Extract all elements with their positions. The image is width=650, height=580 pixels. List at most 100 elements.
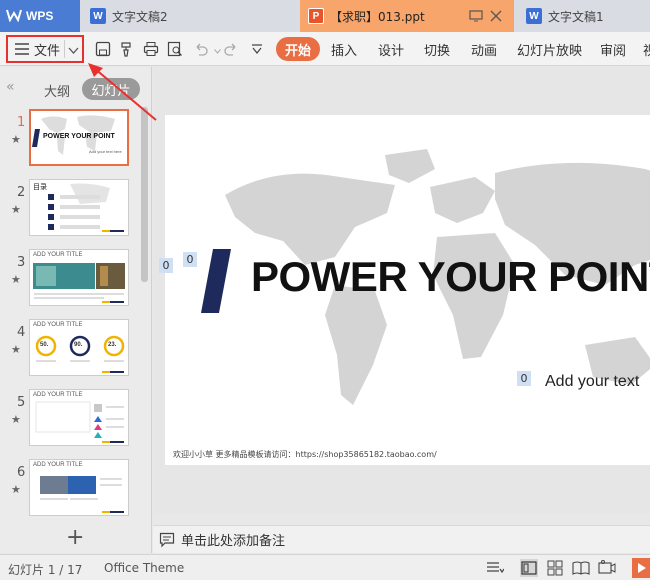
slide-thumbnail[interactable]: 目录 xyxy=(29,179,129,236)
customize-icon[interactable] xyxy=(248,40,266,58)
tab-view[interactable]: 视 xyxy=(643,40,650,59)
slide-thumbnail-row[interactable]: 1 ★ POWER YOUR POINT Add your text here xyxy=(0,109,140,169)
tab-animation[interactable]: 动画 xyxy=(471,40,497,59)
note-icon xyxy=(159,532,175,548)
collapse-panel-icon[interactable]: « xyxy=(6,79,15,95)
restore-window-icon[interactable] xyxy=(468,8,484,24)
slide-thumbnail-row[interactable]: 6 ★ ADD YOUR TITLE xyxy=(0,459,140,519)
slide-thumbnail[interactable]: ADD YOUR TITLE xyxy=(29,389,129,446)
animation-star-icon: ★ xyxy=(11,273,21,286)
slide-5-preview xyxy=(35,401,124,443)
thumbnail-title: 目录 xyxy=(33,184,47,191)
reading-view-icon[interactable] xyxy=(572,559,590,577)
normal-view-icon[interactable] xyxy=(520,559,538,577)
slide-thumbnail[interactable]: ADD YOUR TITLE xyxy=(29,459,129,516)
animation-star-icon: ★ xyxy=(11,343,21,356)
notes-placeholder: 单击此处添加备注 xyxy=(181,534,286,549)
chevron-down-icon[interactable] xyxy=(68,44,79,59)
tab-presentation-label: 【求职】013.ppt xyxy=(330,9,425,24)
wps-logo-icon xyxy=(6,8,22,25)
animation-star-icon: ★ xyxy=(11,483,21,496)
tab-document-2-label: 文字文稿2 xyxy=(112,9,168,24)
close-icon[interactable] xyxy=(488,8,504,24)
slide-number: 1 xyxy=(17,115,26,130)
thumbnail-title: ADD YOUR TITLE xyxy=(33,322,83,328)
play-icon[interactable] xyxy=(632,558,650,578)
notes-pane[interactable]: 单击此处添加备注 xyxy=(153,525,650,553)
tab-transitions[interactable]: 切换 xyxy=(424,40,450,59)
menu-icon xyxy=(15,43,29,55)
notes-toggle-icon[interactable] xyxy=(486,559,504,577)
tab-document-2[interactable]: W 文字文稿2 xyxy=(80,0,300,32)
tab-slideshow[interactable]: 幻灯片放映 xyxy=(517,40,582,59)
tab-document-1[interactable]: W 文字文稿1 xyxy=(514,0,650,32)
animation-star-icon: ★ xyxy=(11,203,21,216)
thumbnail-scrollbar[interactable] xyxy=(141,107,148,282)
file-menu-button[interactable]: 文件 xyxy=(6,35,84,63)
tab-document-1-label: 文字文稿1 xyxy=(548,9,604,24)
slide-thumbnail[interactable]: ADD YOUR TITLE xyxy=(29,249,129,306)
slide-number: 5 xyxy=(17,395,26,410)
slide-3-preview xyxy=(33,263,125,303)
stat-value: 23. xyxy=(108,342,117,348)
animation-star-icon: ★ xyxy=(11,133,21,146)
slide-number: 2 xyxy=(17,185,26,200)
tab-design[interactable]: 设计 xyxy=(378,40,404,59)
slide-panel: « 大纲 幻灯片 1 ★ POWER YOUR POINT Add your t… xyxy=(0,67,152,553)
title-tab-bar: WPS W 文字文稿2 P 【求职】013.ppt W 文字文稿1 xyxy=(0,0,650,32)
slide-thumbnail[interactable]: POWER YOUR POINT Add your text here xyxy=(29,109,129,166)
tab-review[interactable]: 审阅 xyxy=(600,40,626,59)
thumbnail-subtitle: Add your text here xyxy=(89,149,122,154)
slide-title[interactable]: POWER YOUR POINT xyxy=(251,253,650,301)
print-icon[interactable] xyxy=(142,40,160,58)
save-icon[interactable] xyxy=(94,40,112,58)
slide-thumbnail-row[interactable]: 4 ★ ADD YOUR TITLE 50. 90. 23. xyxy=(0,319,140,379)
slide-number: 3 xyxy=(17,255,26,270)
thumbnail-title: ADD YOUR TITLE xyxy=(33,392,83,398)
tab-wps-home[interactable]: WPS xyxy=(0,0,80,32)
placeholder-index-box: 0 xyxy=(183,252,197,267)
print-preview-icon[interactable] xyxy=(166,40,184,58)
slide-subtitle[interactable]: Add your text xyxy=(545,373,639,391)
theme-name[interactable]: Office Theme xyxy=(104,561,184,575)
slide-number: 4 xyxy=(17,325,26,340)
tab-slides[interactable]: 幻灯片 xyxy=(82,78,140,100)
slide-6-preview xyxy=(40,476,124,513)
thumbnail-title: ADD YOUR TITLE xyxy=(33,462,83,468)
file-menu-label: 文件 xyxy=(34,43,61,59)
placeholder-index-box: 0 xyxy=(159,258,173,273)
slide-thumbnail[interactable]: ADD YOUR TITLE 50. 90. 23. xyxy=(29,319,129,376)
slide-thumbnail-row[interactable]: 3 ★ ADD YOUR TITLE xyxy=(0,249,140,309)
slide-thumbnail-row[interactable]: 5 ★ ADD YOUR TITLE xyxy=(0,389,140,449)
slide-canvas: 0 POWER YOUR POINT 0 Add your text 欢迎小小草… xyxy=(153,67,650,513)
ribbon-toolbar: 文件 开始 插入 设计 切换 动画 幻灯片放映 审阅 视 xyxy=(0,32,650,66)
writer-file-icon: W xyxy=(526,8,542,24)
tab-wps-label: WPS xyxy=(26,9,54,23)
tab-home[interactable]: 开始 xyxy=(276,37,320,61)
presentation-file-icon: P xyxy=(308,8,324,24)
tab-presentation[interactable]: P 【求职】013.ppt xyxy=(300,0,514,32)
status-bar: 幻灯片 1 / 17 Office Theme xyxy=(0,554,650,580)
thumbnail-title: ADD YOUR TITLE xyxy=(33,252,83,258)
tab-outline[interactable]: 大纲 xyxy=(44,81,70,100)
format-painter-icon[interactable] xyxy=(118,40,136,58)
slide-thumbnail-list: 1 ★ POWER YOUR POINT Add your text here … xyxy=(0,105,152,525)
placeholder-index-box: 0 xyxy=(517,371,531,386)
slide-thumbnail-row[interactable]: 2 ★ 目录 xyxy=(0,179,140,239)
writer-file-icon: W xyxy=(90,8,106,24)
stat-value: 50. xyxy=(40,342,49,348)
animation-star-icon: ★ xyxy=(11,413,21,426)
slide-footer-text: 欢迎小小草 更多精品模板请访问：https://shop35865182.tao… xyxy=(173,450,437,459)
navy-accent-shape xyxy=(201,249,231,313)
thumbnail-title: POWER YOUR POINT xyxy=(43,133,115,140)
tab-insert[interactable]: 插入 xyxy=(331,40,357,59)
presenter-view-icon[interactable] xyxy=(598,559,616,577)
stat-value: 90. xyxy=(74,342,83,348)
redo-icon[interactable] xyxy=(222,40,240,58)
slide-counter: 幻灯片 1 / 17 xyxy=(8,563,83,577)
add-slide-button[interactable]: + xyxy=(66,525,84,550)
slide-sorter-icon[interactable] xyxy=(546,559,564,577)
panel-header: « 大纲 幻灯片 xyxy=(0,67,152,105)
current-slide[interactable]: 0 POWER YOUR POINT 0 Add your text 欢迎小小草… xyxy=(165,115,650,465)
slide-number: 6 xyxy=(17,465,26,480)
